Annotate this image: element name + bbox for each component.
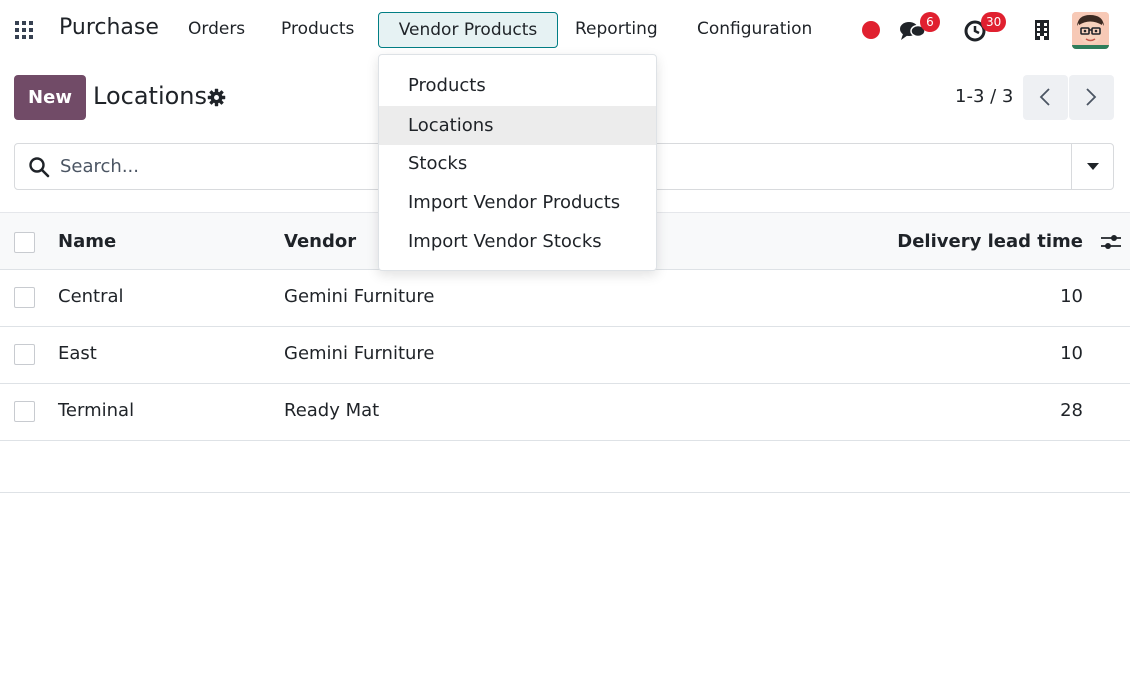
caret-down-icon bbox=[1087, 163, 1099, 170]
cell-name: East bbox=[58, 343, 97, 364]
new-button[interactable]: New bbox=[14, 75, 86, 120]
select-all-checkbox[interactable] bbox=[14, 232, 35, 253]
vendor-products-dropdown: Products Locations Stocks Import Vendor … bbox=[378, 54, 657, 271]
search-options-toggle[interactable] bbox=[1071, 144, 1113, 189]
record-dot-icon[interactable] bbox=[862, 21, 880, 39]
optional-columns-icon[interactable] bbox=[1100, 233, 1122, 251]
table-row[interactable]: East Gemini Furniture 10 bbox=[0, 327, 1130, 384]
cell-vendor: Gemini Furniture bbox=[284, 343, 435, 364]
cell-lead-time: 28 bbox=[1060, 400, 1083, 421]
activity-badge: 30 bbox=[981, 12, 1007, 32]
pager-next-button[interactable] bbox=[1069, 75, 1114, 120]
column-header-name[interactable]: Name bbox=[58, 231, 116, 252]
app-brand[interactable]: Purchase bbox=[59, 15, 159, 40]
dropdown-item-stocks[interactable]: Stocks bbox=[379, 144, 656, 183]
cell-vendor: Gemini Furniture bbox=[284, 286, 435, 307]
cell-lead-time: 10 bbox=[1060, 343, 1083, 364]
chat-badge: 6 bbox=[920, 12, 940, 32]
cell-name: Terminal bbox=[58, 400, 135, 421]
user-avatar[interactable] bbox=[1072, 12, 1109, 49]
pager-value[interactable]: 1-3 / 3 bbox=[955, 86, 1013, 107]
gear-icon[interactable] bbox=[207, 88, 226, 107]
column-header-vendor[interactable]: Vendor bbox=[284, 231, 356, 252]
table-row[interactable]: Terminal Ready Mat 28 bbox=[0, 384, 1130, 441]
dropdown-item-import-vendor-products[interactable]: Import Vendor Products bbox=[379, 183, 656, 222]
table-footer bbox=[0, 440, 1130, 493]
chevron-right-icon bbox=[1086, 88, 1097, 106]
page-title: Locations bbox=[93, 82, 208, 110]
menu-vendor-products[interactable]: Vendor Products bbox=[378, 12, 558, 48]
search-icon bbox=[29, 157, 50, 178]
top-navbar: Purchase Orders Products Vendor Products… bbox=[0, 0, 1130, 60]
row-checkbox[interactable] bbox=[14, 401, 35, 422]
cell-vendor: Ready Mat bbox=[284, 400, 380, 421]
dropdown-item-import-vendor-stocks[interactable]: Import Vendor Stocks bbox=[379, 222, 656, 261]
menu-configuration[interactable]: Configuration bbox=[697, 19, 812, 39]
row-checkbox[interactable] bbox=[14, 344, 35, 365]
dropdown-item-locations[interactable]: Locations bbox=[379, 106, 656, 145]
cell-lead-time: 10 bbox=[1060, 286, 1083, 307]
apps-grid-icon[interactable] bbox=[15, 21, 35, 39]
row-checkbox[interactable] bbox=[14, 287, 35, 308]
building-icon[interactable] bbox=[1034, 19, 1050, 41]
cell-name: Central bbox=[58, 286, 124, 307]
menu-orders[interactable]: Orders bbox=[188, 19, 245, 39]
pager-previous-button[interactable] bbox=[1023, 75, 1068, 120]
table-row[interactable]: Central Gemini Furniture 10 bbox=[0, 270, 1130, 327]
dropdown-item-products[interactable]: Products bbox=[379, 66, 656, 105]
menu-products[interactable]: Products bbox=[281, 19, 354, 39]
menu-reporting[interactable]: Reporting bbox=[575, 19, 658, 39]
chevron-left-icon bbox=[1039, 88, 1050, 106]
column-header-delivery-lead-time[interactable]: Delivery lead time bbox=[880, 231, 1083, 252]
